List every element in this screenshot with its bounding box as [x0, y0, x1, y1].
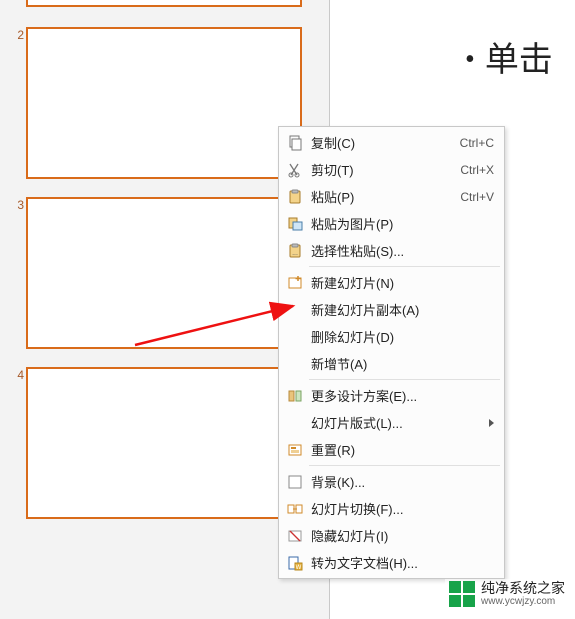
designs-icon	[285, 386, 305, 406]
thumb-wrap-1	[26, 0, 302, 7]
thumb-number-3: 3	[12, 198, 24, 212]
thumb-wrap-3: 3	[26, 197, 302, 349]
spacer-icon	[285, 327, 305, 347]
menu-paste-as-pic[interactable]: 粘贴为图片(P)	[279, 210, 504, 237]
menu-label: 粘贴为图片(P)	[311, 214, 494, 233]
paste-special-icon: ...	[285, 241, 305, 261]
menu-label: 粘贴(P)	[311, 187, 460, 206]
bullet-icon: •	[465, 44, 475, 76]
thumb-number-2: 2	[12, 28, 24, 42]
menu-label: 新增节(A)	[311, 354, 494, 373]
menu-label: 剪切(T)	[311, 160, 460, 179]
menu-delete-slide[interactable]: 删除幻灯片(D)	[279, 323, 504, 350]
menu-hide-slide[interactable]: 隐藏幻灯片(I)	[279, 522, 504, 549]
menu-label: 幻灯片切换(F)...	[311, 499, 494, 518]
menu-copy[interactable]: 复制(C) Ctrl+C	[279, 129, 504, 156]
thumb-number-4: 4	[12, 368, 24, 382]
menu-label: 新建幻灯片副本(A)	[311, 300, 494, 319]
menu-separator	[309, 266, 500, 267]
hide-slide-icon	[285, 526, 305, 546]
watermark-title: 纯净系统之家	[481, 581, 565, 596]
cut-icon	[285, 160, 305, 180]
menu-background[interactable]: 背景(K)...	[279, 468, 504, 495]
menu-reset[interactable]: 重置(R)	[279, 436, 504, 463]
svg-text:W: W	[296, 565, 302, 571]
slide-text: 单击	[485, 42, 553, 79]
slide-thumb-1[interactable]	[26, 0, 302, 7]
menu-shortcut: Ctrl+X	[460, 163, 494, 177]
chevron-right-icon	[489, 419, 494, 427]
menu-cut[interactable]: 剪切(T) Ctrl+X	[279, 156, 504, 183]
menu-label: 幻灯片版式(L)...	[311, 413, 483, 432]
spacer-icon	[285, 300, 305, 320]
menu-label: 转为文字文档(H)...	[311, 553, 494, 572]
menu-label: 更多设计方案(E)...	[311, 386, 494, 405]
slide-thumb-2[interactable]	[26, 27, 302, 179]
slide-thumb-4[interactable]	[26, 367, 302, 519]
slide-thumb-3[interactable]	[26, 197, 302, 349]
background-icon	[285, 472, 305, 492]
menu-add-section[interactable]: 新增节(A)	[279, 350, 504, 377]
menu-duplicate-slide[interactable]: 新建幻灯片副本(A)	[279, 296, 504, 323]
menu-new-slide[interactable]: 新建幻灯片(N)	[279, 269, 504, 296]
menu-layout[interactable]: 幻灯片版式(L)...	[279, 409, 504, 436]
menu-label: 重置(R)	[311, 440, 494, 459]
reset-icon	[285, 440, 305, 460]
menu-label: 删除幻灯片(D)	[311, 327, 494, 346]
svg-text:...: ...	[292, 250, 298, 257]
copy-icon	[285, 133, 305, 153]
menu-label: 复制(C)	[311, 133, 460, 152]
menu-paste-special[interactable]: ... 选择性粘贴(S)...	[279, 237, 504, 264]
menu-to-text[interactable]: W 转为文字文档(H)...	[279, 549, 504, 576]
new-slide-icon	[285, 273, 305, 293]
menu-more-designs[interactable]: 更多设计方案(E)...	[279, 382, 504, 409]
watermark-url: www.ycwjzy.com	[481, 596, 565, 607]
menu-separator	[309, 379, 500, 380]
transition-icon	[285, 499, 305, 519]
slide-text-placeholder[interactable]: • 单击	[465, 32, 553, 81]
menu-separator	[309, 465, 500, 466]
menu-shortcut: Ctrl+C	[460, 136, 494, 150]
watermark: 纯净系统之家 www.ycwjzy.com	[445, 579, 569, 609]
thumb-wrap-4: 4	[26, 367, 302, 519]
menu-transition[interactable]: 幻灯片切换(F)...	[279, 495, 504, 522]
spacer-icon	[285, 354, 305, 374]
to-text-icon: W	[285, 553, 305, 573]
paste-pic-icon	[285, 214, 305, 234]
menu-label: 选择性粘贴(S)...	[311, 241, 494, 260]
spacer-icon	[285, 413, 305, 433]
menu-label: 隐藏幻灯片(I)	[311, 526, 494, 545]
menu-label: 新建幻灯片(N)	[311, 273, 494, 292]
watermark-logo-icon	[449, 581, 475, 607]
menu-paste[interactable]: 粘贴(P) Ctrl+V	[279, 183, 504, 210]
paste-icon	[285, 187, 305, 207]
context-menu: 复制(C) Ctrl+C 剪切(T) Ctrl+X 粘贴(P) Ctrl+V 粘…	[278, 126, 505, 579]
thumb-wrap-2: 2	[26, 27, 302, 179]
menu-label: 背景(K)...	[311, 472, 494, 491]
menu-shortcut: Ctrl+V	[460, 190, 494, 204]
